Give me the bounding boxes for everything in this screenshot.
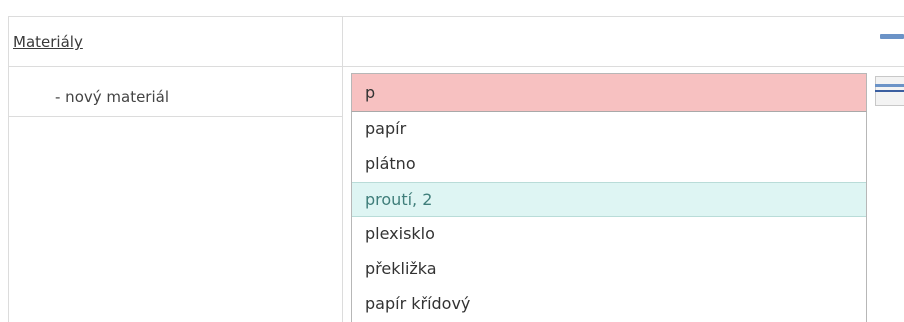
material-combobox[interactable]: papír plátno proutí, 2 plexisklo překliž… [351, 73, 867, 322]
list-icon-bar [875, 90, 904, 92]
dropdown-option[interactable]: papír [352, 112, 866, 147]
dropdown-option[interactable]: plátno [352, 147, 866, 182]
dropdown-option[interactable]: plexisklo [352, 217, 866, 252]
grid-row-line [8, 116, 342, 117]
grid-divider-middle [342, 16, 343, 322]
section-title-link[interactable]: Materiály [13, 33, 83, 51]
minus-icon[interactable] [880, 34, 904, 39]
grid-row-line [8, 66, 904, 67]
grid-divider-left [8, 16, 9, 322]
material-input[interactable] [351, 73, 867, 112]
dropdown-option[interactable]: překližka [352, 252, 866, 287]
grid-row-line [8, 16, 904, 17]
dropdown-option-highlighted[interactable]: proutí, 2 [352, 182, 866, 217]
dropdown-option[interactable]: papír křídový [352, 287, 866, 322]
list-icon-bar [875, 84, 904, 87]
field-label: - nový materiál [55, 88, 169, 106]
list-icon[interactable] [875, 76, 904, 106]
suggestion-dropdown[interactable]: papír plátno proutí, 2 plexisklo překliž… [351, 112, 867, 322]
